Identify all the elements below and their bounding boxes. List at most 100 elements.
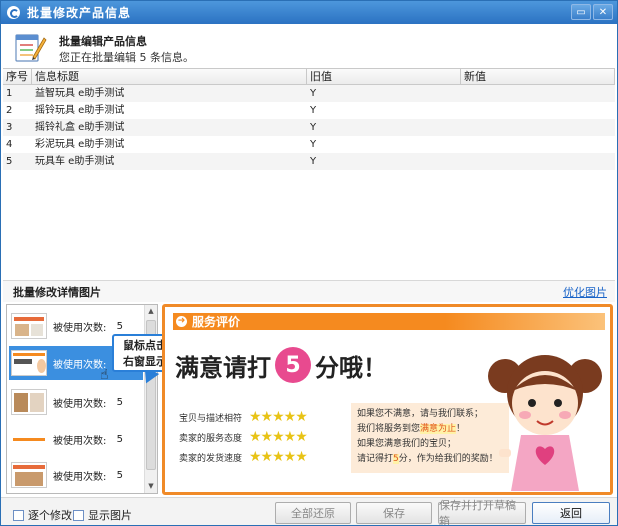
- preview-banner: ➜ 服务评价: [173, 313, 605, 330]
- thumbnail-usage-count: 5: [116, 469, 123, 481]
- col-header-title[interactable]: 信息标题: [32, 69, 307, 84]
- table-row[interactable]: 4 彩泥玩具 e助手测试 Y: [3, 136, 615, 153]
- col-header-old[interactable]: 旧值: [307, 69, 461, 84]
- image-preview-pane: ➜ 服务评价 满意请打 5 分哦！ 宝贝与描述相符 ★★★★★ 卖家的服务态度 …: [162, 304, 613, 495]
- col-header-new[interactable]: 新值: [461, 69, 615, 84]
- col-header-no[interactable]: 序号: [3, 69, 32, 84]
- cell-no: 1: [6, 88, 13, 99]
- rating-row: 卖家的服务态度 ★★★★★: [179, 427, 308, 447]
- restore-all-button[interactable]: 全部还原: [275, 502, 351, 524]
- note-line: 我们将服务到您满意为止！: [357, 422, 503, 437]
- cell-new[interactable]: [461, 119, 615, 136]
- thumbnail-list[interactable]: 被使用次数: 5 被使用次数: 被使用次数: 5 被使用次数: 5 被使用次数:…: [6, 304, 158, 494]
- note-line: 如果您不满意，请与我们联系；: [357, 409, 484, 419]
- thumbnail-usage-label: 被使用次数:: [53, 359, 107, 371]
- cell-title: 摇铃玩具 e助手测试: [35, 105, 125, 116]
- note-text: 我们将服务到您: [357, 424, 421, 434]
- cell-new[interactable]: [461, 85, 615, 102]
- optimize-images-link[interactable]: 优化图片: [563, 284, 607, 300]
- cell-no: 4: [6, 139, 13, 150]
- table-row[interactable]: 2 摇铃玩具 e助手测试 Y: [3, 102, 615, 119]
- note-text: ！: [456, 424, 466, 434]
- arrow-right-icon: ➜: [176, 316, 187, 327]
- section-title: 批量修改详情图片: [13, 285, 101, 299]
- rating-label: 卖家的发货速度: [179, 453, 243, 464]
- checkbox-box[interactable]: [73, 509, 84, 521]
- headline-post: 分哦！: [315, 353, 387, 382]
- thumbnail-usage-label: 被使用次数:: [53, 435, 107, 447]
- thumbnail-item[interactable]: 被使用次数: 5: [9, 422, 143, 456]
- note-line: 如果您满意我们的宝贝；: [357, 439, 457, 449]
- thumbnail-usage-label: 被使用次数:: [53, 398, 107, 410]
- headline-number: 5: [275, 347, 311, 383]
- cell-old: Y: [310, 122, 317, 133]
- cell-new[interactable]: [461, 136, 615, 153]
- close-button[interactable]: ✕: [593, 4, 613, 20]
- show-images-checkbox[interactable]: 显示图片: [73, 507, 132, 523]
- detail-images-bar: 批量修改详情图片 优化图片: [3, 280, 615, 302]
- cell-new[interactable]: [461, 153, 615, 170]
- thumbnail-image: [11, 350, 47, 376]
- star-icon: ★★★★★: [249, 449, 308, 465]
- rating-row: 卖家的发货速度 ★★★★★: [179, 447, 308, 467]
- table-row[interactable]: 5 玩具车 e助手测试 Y: [3, 153, 615, 170]
- thumbnail-item[interactable]: 被使用次数: 5: [9, 385, 143, 419]
- title-bar[interactable]: 批量修改产品信息 ▭ ✕: [1, 1, 617, 24]
- thumbnail-item[interactable]: 被使用次数: 5: [9, 458, 143, 492]
- back-button[interactable]: 返回: [532, 502, 610, 524]
- cell-title: 摇铃礼盒 e助手测试: [35, 122, 125, 133]
- checkbox-box[interactable]: [13, 509, 24, 521]
- rating-rows: 宝贝与描述相符 ★★★★★ 卖家的服务态度 ★★★★★ 卖家的发货速度 ★★★★…: [179, 407, 308, 467]
- thumbnail-image: [11, 389, 47, 415]
- cell-title: 益智玩具 e助手测试: [35, 88, 125, 99]
- thumbnail-usage-label: 被使用次数:: [53, 322, 107, 334]
- cell-title: 彩泥玩具 e助手测试: [35, 139, 125, 150]
- note-line: 请记得打5分，作为给我们的奖励！: [357, 452, 503, 467]
- cell-old: Y: [310, 88, 317, 99]
- banner-gradient: [445, 313, 605, 330]
- thumbnail-usage-label: 被使用次数:: [53, 471, 107, 483]
- table-body: 1 益智玩具 e助手测试 Y 2 摇铃玩具 e助手测试 Y 3 摇铃礼盒 e助手…: [3, 85, 615, 170]
- cell-no: 5: [6, 156, 13, 167]
- star-icon: ★★★★★: [249, 429, 308, 445]
- table-row[interactable]: 3 摇铃礼盒 e助手测试 Y: [3, 119, 615, 136]
- window-title: 批量修改产品信息: [27, 6, 132, 20]
- checkbox-label: 逐个修改: [28, 509, 72, 522]
- table-row[interactable]: 1 益智玩具 e助手测试 Y: [3, 85, 615, 102]
- rating-label: 卖家的服务态度: [179, 433, 243, 444]
- table-header: 序号 信息标题 旧值 新值: [3, 69, 615, 85]
- dialog-header: 批量编辑产品信息 您正在批量编辑 5 条信息。: [1, 24, 617, 68]
- preview-banner-title: 服务评价: [192, 315, 241, 329]
- save-button[interactable]: 保存: [356, 502, 432, 524]
- cell-no: 2: [6, 105, 13, 116]
- window-controls: ▭ ✕: [571, 4, 613, 20]
- edit-list-icon: [15, 34, 47, 62]
- footer-bar: 逐个修改 显示图片 全部还原 保存 保存并打开草稿箱 返回: [1, 497, 617, 525]
- app-logo-icon: [7, 6, 20, 19]
- hand-cursor-icon: ☝: [100, 367, 109, 383]
- header-subtitle: 您正在批量编辑 5 条信息。: [59, 51, 194, 64]
- cartoon-girl-illustration: [488, 355, 602, 491]
- scroll-down-icon[interactable]: ▼: [145, 480, 157, 493]
- cell-no: 3: [6, 122, 13, 133]
- cell-title: 玩具车 e助手测试: [35, 156, 115, 167]
- thumbnail-usage-count: 5: [116, 396, 123, 408]
- thumbnail-image: [11, 313, 47, 339]
- thumbnail-image: [11, 426, 47, 452]
- note-text: 分，作为给我们的奖励！: [398, 454, 498, 464]
- save-open-drafts-button[interactable]: 保存并打开草稿箱: [438, 499, 526, 525]
- items-table: 序号 信息标题 旧值 新值 1 益智玩具 e助手测试 Y 2 摇铃玩具 e助手测…: [3, 68, 615, 276]
- thumbnail-usage-count: 5: [116, 320, 123, 332]
- cell-new[interactable]: [461, 102, 615, 119]
- cell-old: Y: [310, 156, 317, 167]
- star-icon: ★★★★★: [249, 409, 308, 425]
- note-text: 请记得打: [357, 454, 394, 464]
- restore-button[interactable]: ▭: [571, 4, 591, 20]
- note-highlight: 满意为止: [420, 424, 457, 434]
- headline-pre: 满意请打: [175, 353, 271, 382]
- scroll-up-icon[interactable]: ▲: [145, 305, 157, 318]
- thumbnail-image: [11, 462, 47, 488]
- header-title: 批量编辑产品信息: [59, 35, 147, 48]
- dialog-window: 批量修改产品信息 ▭ ✕ 批量编辑产品信息 您正在批量编辑 5 条信息。 序号 …: [0, 0, 618, 526]
- individual-edit-checkbox[interactable]: 逐个修改: [13, 507, 72, 523]
